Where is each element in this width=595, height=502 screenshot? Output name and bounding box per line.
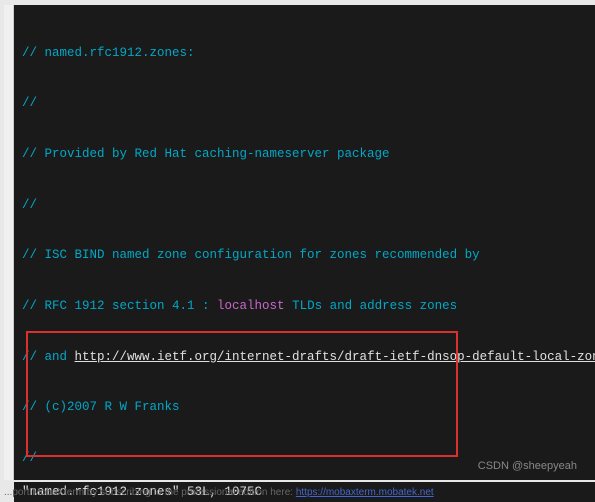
mobaxterm-footer: ...port MobaXterm by subscribing to the … xyxy=(0,487,434,498)
comment-line: // Provided by Red Hat caching-nameserve… xyxy=(22,147,390,161)
csdn-watermark: CSDN @sheepyeah xyxy=(478,460,577,472)
comment-line: // xyxy=(22,451,37,465)
localhost-keyword: localhost xyxy=(217,299,285,313)
footer-prefix: ...port MobaXterm by subscribing to the … xyxy=(4,487,296,498)
comment-line: // (c)2007 R W Franks xyxy=(22,400,180,414)
terminal-editor[interactable]: // named.rfc1912.zones: // // Provided b… xyxy=(14,5,595,480)
left-gutter xyxy=(4,5,14,480)
comment-line: // named.rfc1912.zones: xyxy=(22,46,195,60)
comment-line: // RFC 1912 section 4.1 : xyxy=(22,299,217,313)
comment-line: // ISC BIND named zone configuration for… xyxy=(22,248,480,262)
comment-line: // xyxy=(22,96,37,110)
comment-line: // and xyxy=(22,350,75,364)
mobaxterm-link[interactable]: https://mobaxterm.mobatek.net xyxy=(296,487,434,498)
comment-line: TLDs and address zones xyxy=(285,299,458,313)
url-link[interactable]: http://www.ietf.org/internet-drafts/draf… xyxy=(75,350,595,364)
comment-line: // xyxy=(22,198,37,212)
editor-wrap: // named.rfc1912.zones: // // Provided b… xyxy=(4,5,595,480)
